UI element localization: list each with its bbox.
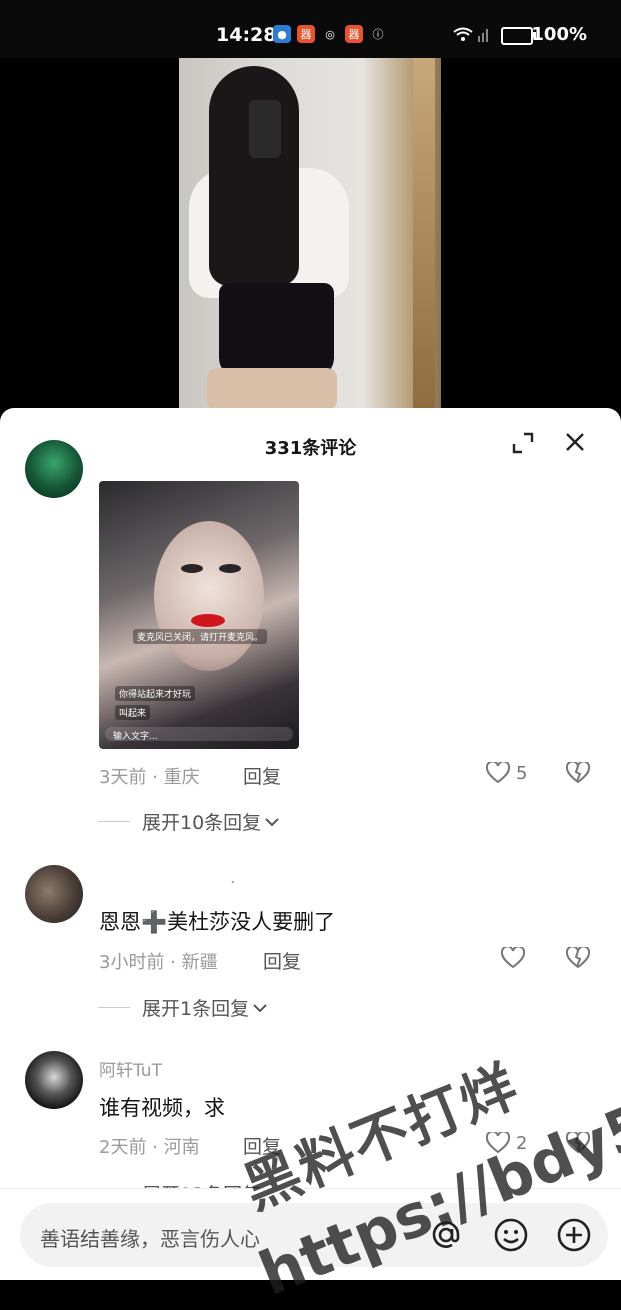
image-input-field: 输入文字... (105, 727, 293, 742)
avatar[interactable] (25, 440, 83, 498)
comment-image[interactable]: 麦克风已关闭，请打开麦克风。 你得站起来才好玩 叫起来 输入文字... (99, 481, 299, 749)
emoji-icon[interactable] (493, 1217, 529, 1253)
comment-text: 恩恩➕美杜莎没人要删了 (99, 910, 336, 934)
comment-meta: 2天前 · 河南 (99, 1137, 200, 1158)
video-subject-skirt (219, 283, 334, 378)
like-button[interactable]: 5 (486, 762, 527, 784)
like-count: 5 (516, 762, 528, 784)
comment-username[interactable]: 阿轩TuT (99, 1056, 162, 1081)
image-eye (219, 564, 241, 573)
image-face (154, 521, 264, 671)
avatar[interactable] (25, 1051, 83, 1109)
heart-icon (501, 947, 525, 969)
dislike-icon[interactable] (566, 947, 590, 969)
comment-meta: 3小时前 · 新疆 (99, 952, 218, 973)
status-bar: 14:28 ● 器 ◎ 器 ⓘ 100% (0, 0, 621, 58)
like-button[interactable] (501, 947, 531, 969)
fullscreen-icon[interactable] (512, 432, 534, 454)
expand-replies[interactable]: 展开1条回复 (98, 994, 269, 1021)
video-background-door (413, 58, 435, 410)
heart-icon (486, 762, 510, 784)
browser-icon: ● (273, 25, 291, 43)
avatar[interactable] (25, 865, 83, 923)
expand-replies-label: 展开1条回复 (142, 998, 250, 1020)
hotspot-icon: ◎ (325, 27, 335, 41)
divider (98, 821, 130, 822)
app-notification-icon: 器 (297, 25, 315, 43)
expand-replies-label: 展开10条回复 (142, 812, 262, 834)
app-notification-icon-2: 器 (345, 25, 363, 43)
video-player[interactable] (0, 58, 621, 410)
image-caption: 输入文字... (113, 732, 158, 742)
comment-input-placeholder: 善语结善缘，恶言伤人心 (40, 1227, 260, 1251)
battery-icon (501, 27, 536, 45)
video-subject-phone (249, 100, 281, 158)
dislike-icon[interactable] (566, 762, 590, 784)
image-caption: 麦克风已关闭，请打开麦克风。 (133, 629, 268, 644)
divider (98, 1007, 130, 1008)
image-caption: 叫起来 (115, 705, 151, 720)
video-subject-hair (209, 66, 299, 286)
add-icon[interactable] (556, 1217, 592, 1253)
comment-text: 谁有视频，求 (99, 1096, 225, 1120)
wifi-signal-icon (453, 27, 488, 42)
video-subject-legs (207, 368, 337, 410)
chevron-down-icon (253, 1003, 267, 1012)
video-frame (179, 58, 441, 410)
image-lips (191, 614, 225, 627)
reply-button[interactable]: 回复 (243, 762, 281, 789)
status-time: 14:28 (216, 24, 277, 46)
battery-percent: 100% (531, 24, 587, 45)
image-eye (181, 564, 203, 573)
alert-icon: ⓘ (372, 28, 384, 41)
chevron-down-icon (265, 817, 279, 826)
reply-button[interactable]: 回复 (263, 947, 301, 974)
comment-meta: 3天前 · 重庆 (99, 767, 200, 788)
expand-replies[interactable]: 展开10条回复 (98, 808, 281, 835)
notification-icons: ● 器 ◎ 器 ⓘ (273, 25, 387, 43)
image-caption: 你得站起来才好玩 (115, 686, 196, 701)
reply-button[interactable]: 回复 (243, 1132, 281, 1159)
close-icon[interactable] (565, 432, 585, 452)
comment-username[interactable]: · (230, 873, 235, 893)
